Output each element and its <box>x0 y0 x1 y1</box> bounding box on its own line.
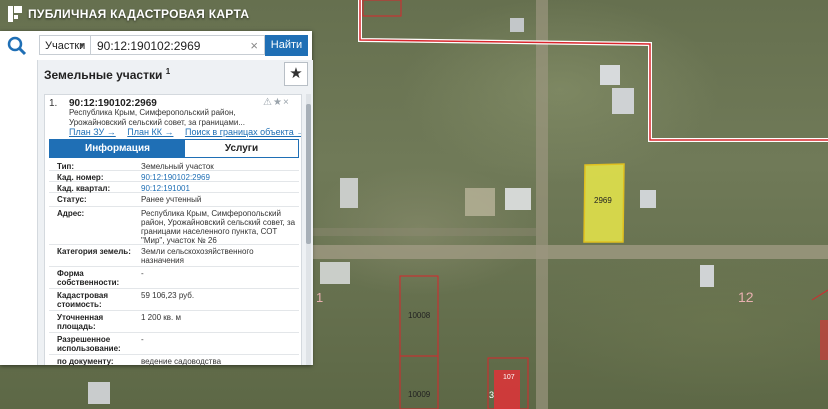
link-plan-kk[interactable]: План КК → <box>127 127 173 137</box>
property-value[interactable]: 90:12:191001 <box>141 184 297 193</box>
block-label: 1 <box>316 290 324 305</box>
search-icon[interactable] <box>6 35 28 57</box>
block-label: 12 <box>738 289 754 305</box>
boundary-outer <box>358 0 828 142</box>
app-title: ПУБЛИЧНАЯ КАДАСТРОВАЯ КАРТА <box>28 7 250 21</box>
property-row: Кад. квартал: 90:12:191001 <box>49 182 299 193</box>
property-row: по документу: ведение садоводства <box>49 355 299 365</box>
property-value: 1 200 кв. м <box>141 313 181 322</box>
property-value: Земельный участок <box>141 162 214 171</box>
results-count: 1 <box>165 67 171 76</box>
property-label: Кадастровая стоимость: <box>57 291 109 309</box>
parcel-label: 2969 <box>594 196 612 205</box>
result-links: План ЗУ → План КК → Поиск в границах объ… <box>69 127 301 137</box>
building <box>700 265 714 287</box>
property-label: Уточненная площадь: <box>57 313 104 331</box>
property-value: - <box>141 269 144 278</box>
building <box>465 188 495 216</box>
parcel-edge <box>811 289 828 301</box>
result-tabs: Информация Услуги <box>49 139 299 158</box>
close-icon[interactable]: × <box>283 97 290 108</box>
property-value: - <box>141 335 144 344</box>
track <box>312 228 542 236</box>
logo-icon <box>8 6 22 22</box>
property-value[interactable]: 90:12:190102:2969 <box>141 173 297 182</box>
parcel-label: 10009 <box>408 390 431 399</box>
link-plan-zu[interactable]: План ЗУ → <box>69 127 116 137</box>
property-label: Форма собственности: <box>57 269 120 287</box>
building <box>340 178 358 208</box>
property-label: Кад. номер: <box>57 173 104 182</box>
search-type-select[interactable]: Участки ▼ <box>39 35 91 55</box>
chevron-down-icon: ▼ <box>78 41 86 50</box>
brand-bar: ПУБЛИЧНАЯ КАДАСТРОВАЯ КАРТА <box>0 0 320 28</box>
building <box>88 382 110 404</box>
search-input-value: 90:12:190102:2969 <box>97 39 201 53</box>
parcel-top <box>362 0 402 17</box>
property-label: Статус: <box>57 195 87 204</box>
star-icon: ★ <box>289 65 303 82</box>
results-title: Земельные участки 1 <box>44 67 171 82</box>
property-value: Ранее учтенный <box>141 195 202 204</box>
property-row: Кадастровая стоимость: 59 106,23 руб. <box>49 289 299 311</box>
property-row: Форма собственности: - <box>49 267 299 289</box>
property-value: Земли сельскохозяйственного назначения <box>141 247 254 265</box>
property-value: ведение садоводства <box>141 357 222 365</box>
building <box>612 88 634 114</box>
road-vertical <box>536 0 548 409</box>
building <box>510 18 524 32</box>
building <box>320 262 350 284</box>
close-icon[interactable]: × <box>250 36 258 56</box>
search-row: Участки ▼ 90:12:190102:2969 × Найти <box>0 31 312 60</box>
property-row: Адрес: Республика Крым, Симферопольский р… <box>49 207 299 245</box>
parcel-edge-right <box>820 320 828 360</box>
building <box>600 65 620 85</box>
card-icons: ⚠★× <box>263 97 290 108</box>
warning-icon[interactable]: ⚠ <box>263 97 273 108</box>
property-label: Категория земель: <box>57 247 131 256</box>
property-row: Разрешенное использование: - <box>49 333 299 355</box>
property-label: Адрес: <box>57 209 85 218</box>
house-label: 3 <box>489 390 495 400</box>
property-label: Кад. квартал: <box>57 184 111 193</box>
link-search-within[interactable]: Поиск в границах объекта → <box>185 127 301 137</box>
property-row: Категория земель: Земли сельскохозяйствен… <box>49 245 299 267</box>
building <box>505 188 531 210</box>
result-index: 1. <box>49 98 58 109</box>
property-value: Республика Крым, Симферопольский район, … <box>141 209 296 245</box>
search-panel: Участки ▼ 90:12:190102:2969 × Найти Земе… <box>0 31 313 365</box>
house-number: 107 <box>503 374 515 381</box>
parcel-label: 10008 <box>408 311 431 320</box>
property-row: Кад. номер: 90:12:190102:2969 <box>49 171 299 182</box>
scrollbar[interactable] <box>306 94 311 365</box>
search-button[interactable]: Найти <box>265 35 308 56</box>
result-address: Республика Крым, Симферопольский район, … <box>69 108 245 127</box>
results-panel: Земельные участки 1 ★ 1. 90:12:190102:29… <box>37 60 313 365</box>
building <box>640 190 656 208</box>
properties-table: Тип: Земельный участок Кад. номер: 90:12:19… <box>49 160 299 365</box>
tab-info[interactable]: Информация <box>50 140 185 157</box>
property-row: Статус: Ранее учтенный <box>49 193 299 207</box>
boundary-line <box>359 0 828 141</box>
property-label: по документу: <box>57 357 114 365</box>
property-label: Разрешенное использование: <box>57 335 121 353</box>
scrollbar-thumb[interactable] <box>306 104 311 244</box>
property-row: Уточненная площадь: 1 200 кв. м <box>49 311 299 333</box>
property-value: 59 106,23 руб. <box>141 291 195 300</box>
property-row: Тип: Земельный участок <box>49 160 299 171</box>
star-icon[interactable]: ★ <box>273 97 283 108</box>
property-label: Тип: <box>57 162 74 171</box>
parcel-10009[interactable] <box>399 355 439 409</box>
favorites-button[interactable]: ★ <box>284 62 308 86</box>
tab-services[interactable]: Услуги <box>185 140 298 157</box>
result-card: 1. 90:12:190102:2969 ⚠★× Республика Крым… <box>44 94 302 365</box>
search-input[interactable]: 90:12:190102:2969 × <box>91 35 265 55</box>
